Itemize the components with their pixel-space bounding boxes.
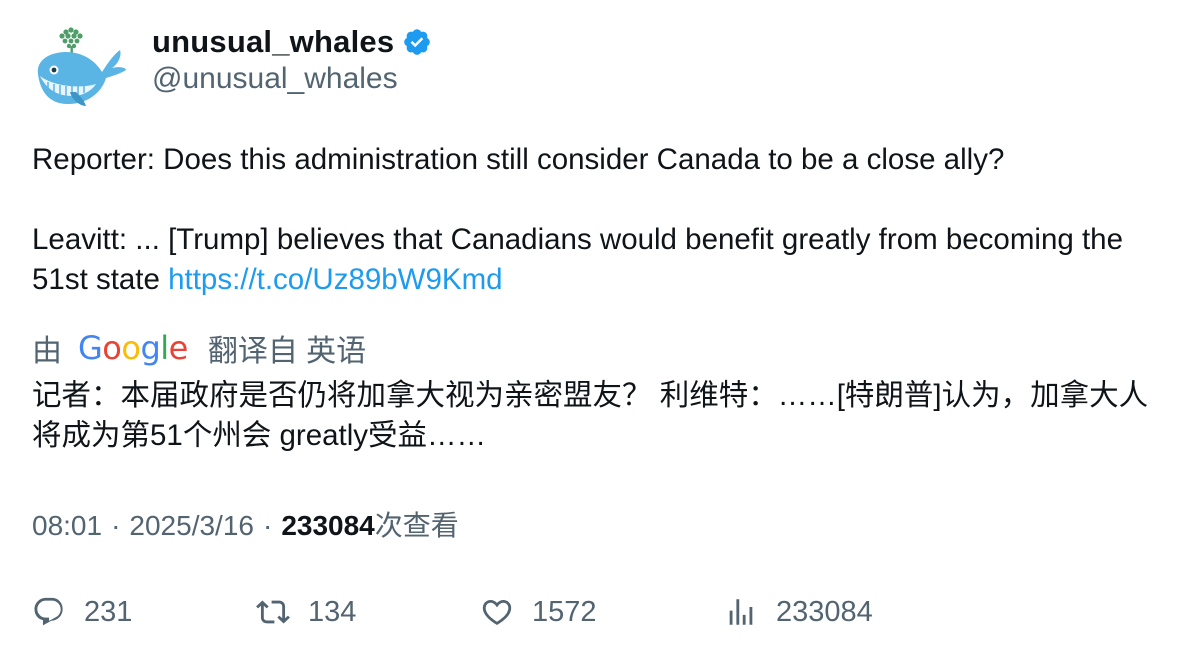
reply-icon bbox=[34, 597, 63, 626]
tweet-meta: 08:01 · 2025/3/16 · 233084 次查看 bbox=[32, 504, 459, 544]
whale-avatar-icon[interactable] bbox=[32, 26, 128, 110]
translation-attribution: 由 Google 翻译自 英语 bbox=[32, 326, 366, 370]
translated-from-label[interactable]: 翻译自 英语 bbox=[208, 326, 366, 370]
views-action-count: 233084 bbox=[776, 595, 873, 628]
views-label: 次查看 bbox=[374, 510, 459, 541]
retweet-icon bbox=[256, 600, 290, 624]
reply-count: 231 bbox=[84, 595, 133, 628]
translated-by-label: 由 bbox=[32, 335, 62, 368]
tweet-link[interactable]: https://t.co/Uz89bW9Kmd bbox=[168, 263, 502, 296]
tweet-date[interactable]: 2025/3/16 bbox=[129, 510, 254, 542]
tweet-text-line: Leavitt: ... [Trump] believes that Canad… bbox=[32, 220, 1172, 300]
meta-separator: · bbox=[111, 510, 121, 541]
heart-icon bbox=[482, 599, 512, 625]
meta-separator: · bbox=[262, 510, 273, 541]
tweet-text: Reporter: Does this administration still… bbox=[32, 140, 1172, 300]
views-button[interactable]: 233084 bbox=[724, 590, 873, 634]
author-name-row: unusual_whales bbox=[152, 22, 432, 62]
verified-badge-icon bbox=[402, 27, 432, 57]
action-bar: 231 134 1572 233084 bbox=[32, 590, 1172, 634]
tweet-card: unusual_whales @unusual_whales Reporter:… bbox=[0, 0, 1196, 658]
views-count: 233084 bbox=[281, 510, 375, 541]
like-button[interactable]: 1572 bbox=[480, 590, 597, 634]
tweet-time[interactable]: 08:01 bbox=[32, 510, 102, 542]
tweet-text-line: Reporter: Does this administration still… bbox=[32, 143, 1005, 176]
reply-button[interactable]: 231 bbox=[32, 590, 132, 634]
google-logo: Google bbox=[78, 329, 188, 367]
analytics-icon bbox=[729, 599, 753, 625]
author-handle[interactable]: @unusual_whales bbox=[152, 62, 398, 96]
author-display-name[interactable]: unusual_whales bbox=[152, 24, 394, 60]
translated-text: 记者：本届政府是否仍将加拿大视为亲密盟友？ 利维特：……[特朗普]认为，加拿大人… bbox=[32, 379, 1149, 452]
like-count: 1572 bbox=[532, 595, 597, 628]
retweet-count: 134 bbox=[308, 595, 357, 628]
retweet-button[interactable]: 134 bbox=[256, 590, 356, 634]
